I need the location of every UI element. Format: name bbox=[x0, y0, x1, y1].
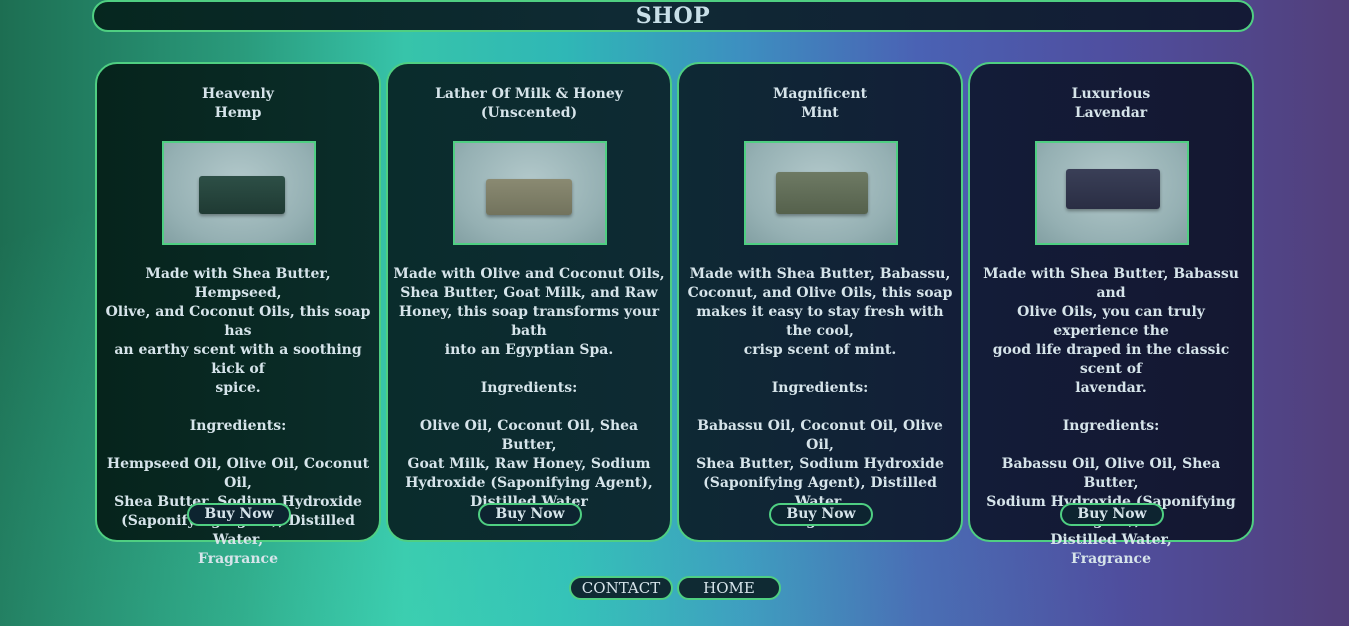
product-description: Made with Shea Butter, Babassu, Coconut,… bbox=[687, 266, 953, 529]
product-image bbox=[162, 141, 316, 245]
page-title: SHOP bbox=[635, 3, 711, 29]
product-card-mint: Magnificent Mint Made with Shea Butter, … bbox=[677, 62, 963, 542]
soap-bar-icon bbox=[1066, 169, 1160, 209]
shop-header-bar: SHOP bbox=[92, 0, 1254, 32]
soap-bar-icon bbox=[486, 179, 572, 215]
buy-now-button[interactable]: Buy Now bbox=[769, 503, 873, 526]
product-card-hemp: Heavenly Hemp Made with Shea Butter, Hem… bbox=[95, 62, 381, 567]
buy-now-button[interactable]: Buy Now bbox=[187, 503, 291, 526]
product-card-lavendar: Luxurious Lavendar Made with Shea Butter… bbox=[968, 62, 1254, 567]
buy-now-button[interactable]: Buy Now bbox=[478, 503, 582, 526]
product-title: Magnificent Mint bbox=[772, 86, 868, 121]
product-card-milk-honey: Lather Of Milk & Honey (Unscented) Made … bbox=[386, 62, 672, 542]
nav-home-button[interactable]: HOME bbox=[677, 576, 781, 600]
product-title: Lather Of Milk & Honey (Unscented) bbox=[435, 86, 623, 121]
product-description: Made with Olive and Coconut Oils, Shea B… bbox=[393, 266, 665, 510]
product-image bbox=[1035, 141, 1189, 245]
product-title: Heavenly Hemp bbox=[202, 86, 274, 121]
buy-now-button[interactable]: Buy Now bbox=[1060, 503, 1164, 526]
product-image bbox=[744, 141, 898, 245]
soap-bar-icon bbox=[776, 172, 868, 214]
nav-contact-button[interactable]: CONTACT bbox=[569, 576, 673, 600]
product-title: Luxurious Lavendar bbox=[1071, 86, 1151, 121]
product-image bbox=[453, 141, 607, 245]
soap-bar-icon bbox=[199, 176, 285, 214]
